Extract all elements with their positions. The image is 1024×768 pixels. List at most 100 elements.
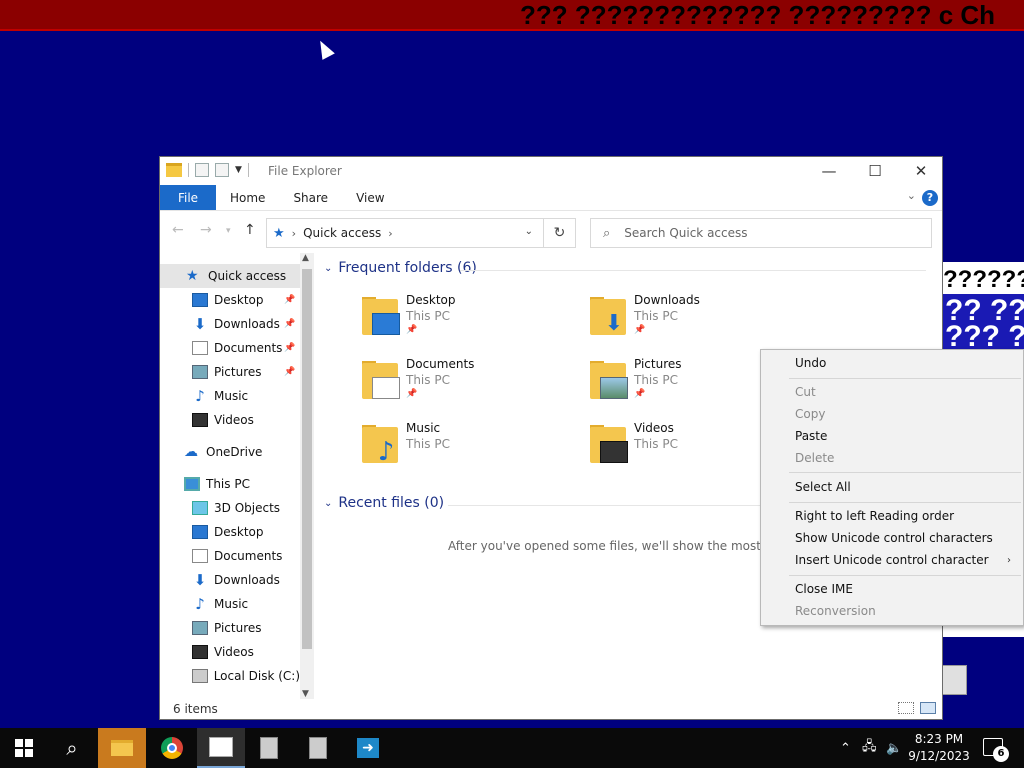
- folder-name: Desktop: [406, 293, 456, 307]
- nav-item-quick-access[interactable]: ★ Quick access: [160, 264, 300, 288]
- search-input[interactable]: [624, 226, 905, 240]
- search-box[interactable]: ⌕: [590, 218, 932, 248]
- nav-item-pc-pictures[interactable]: Pictures: [192, 616, 300, 640]
- address-bar[interactable]: ★ › Quick access › ⌄: [266, 218, 544, 248]
- chevron-down-icon[interactable]: ⌄: [324, 263, 332, 274]
- large-icons-view-icon[interactable]: [920, 702, 936, 714]
- folder-tile-videos[interactable]: Videos This PC: [588, 421, 788, 477]
- menu-item-close-ime[interactable]: Close IME: [795, 582, 853, 596]
- folder-tile-downloads[interactable]: ⬇ Downloads This PC 📌: [588, 293, 788, 349]
- clock[interactable]: 8:23 PM 9/12/2023: [905, 731, 973, 765]
- tab-file[interactable]: File: [160, 185, 216, 210]
- menu-item-show-unicode[interactable]: Show Unicode control characters: [795, 531, 993, 545]
- help-icon[interactable]: ?: [922, 190, 938, 206]
- chevron-right-icon[interactable]: ›: [388, 227, 392, 240]
- nav-item-3d-objects[interactable]: 3D Objects: [192, 496, 300, 520]
- taskbar-chrome[interactable]: [148, 728, 196, 768]
- windows-logo-icon: [15, 739, 33, 757]
- address-path[interactable]: Quick access: [303, 226, 381, 240]
- network-icon[interactable]: 🖧: [862, 728, 877, 768]
- toolbar-separator: [247, 163, 249, 177]
- pictures-icon: [192, 621, 208, 635]
- toolbar-separator: [188, 163, 189, 177]
- nav-item-pc-desktop[interactable]: Desktop: [192, 520, 300, 544]
- chevron-down-icon[interactable]: ⌄: [525, 226, 533, 237]
- taskbar-file-explorer[interactable]: [98, 728, 146, 768]
- nav-item-desktop[interactable]: Desktop 📌: [192, 288, 300, 312]
- nav-item-videos[interactable]: Videos: [192, 408, 300, 432]
- title-bar[interactable]: ▼ File Explorer — ☐ ✕: [160, 157, 942, 185]
- menu-item-undo[interactable]: Undo: [795, 356, 826, 370]
- nav-item-pc-downloads[interactable]: ⬇ Downloads: [192, 568, 300, 592]
- properties-icon[interactable]: [195, 163, 209, 177]
- background-window-text: ??????: [943, 266, 1024, 293]
- folder-icon: ♪: [360, 425, 400, 465]
- taskbar-app-1[interactable]: [245, 728, 293, 768]
- tab-home[interactable]: Home: [216, 185, 279, 210]
- refresh-button[interactable]: ↻: [544, 218, 576, 248]
- nav-item-downloads[interactable]: ⬇ Downloads 📌: [192, 312, 300, 336]
- tab-share[interactable]: Share: [279, 185, 342, 210]
- expand-ribbon-icon[interactable]: ⌄: [907, 189, 916, 202]
- clock-time: 8:23 PM: [914, 732, 964, 746]
- folder-icon: [588, 361, 628, 399]
- recent-files-header[interactable]: ⌄ Recent files (0): [324, 495, 444, 511]
- folder-tile-music[interactable]: ♪ Music This PC: [360, 421, 560, 477]
- minimize-button[interactable]: —: [806, 157, 852, 185]
- folder-icon: [360, 297, 400, 335]
- nav-item-pc-videos[interactable]: Videos: [192, 640, 300, 664]
- nav-item-music[interactable]: ♪ Music: [192, 384, 300, 408]
- taskbar-window-app[interactable]: [197, 728, 245, 768]
- up-arrow-icon[interactable]: ↑: [244, 222, 256, 238]
- start-button[interactable]: [0, 728, 48, 768]
- chevron-up-icon[interactable]: ⌃: [840, 728, 851, 768]
- nav-item-pictures[interactable]: Pictures 📌: [192, 360, 300, 384]
- nav-item-pc-documents[interactable]: Documents: [192, 544, 300, 568]
- back-arrow-icon[interactable]: ←: [172, 222, 184, 238]
- nav-item-this-pc[interactable]: This PC: [184, 472, 300, 496]
- scroll-down-icon[interactable]: ▼: [302, 689, 309, 699]
- taskbar-app-2[interactable]: [294, 728, 342, 768]
- menu-item-paste[interactable]: Paste: [795, 429, 827, 443]
- menu-item-select-all[interactable]: Select All: [795, 480, 851, 494]
- menu-item-insert-unicode[interactable]: Insert Unicode control character: [795, 553, 989, 567]
- nav-item-label: Videos: [214, 645, 254, 659]
- search-button[interactable]: ⌕: [48, 728, 96, 768]
- nav-item-pc-music[interactable]: ♪ Music: [192, 592, 300, 616]
- folder-tile-pictures[interactable]: Pictures This PC 📌: [588, 357, 788, 413]
- taskbar-app-3[interactable]: ➜: [344, 728, 392, 768]
- tab-view[interactable]: View: [342, 185, 398, 210]
- chevron-right-icon[interactable]: ›: [292, 227, 296, 240]
- recent-locations-icon[interactable]: ▾: [226, 226, 231, 236]
- frequent-folders-header[interactable]: ⌄ Frequent folders (6): [324, 260, 477, 276]
- scroll-up-icon[interactable]: ▲: [302, 253, 309, 263]
- chevron-down-icon[interactable]: ⌄: [324, 498, 332, 509]
- clock-date: 9/12/2023: [908, 749, 970, 763]
- nav-pane-scrollbar[interactable]: ▲ ▼: [300, 253, 314, 699]
- nav-item-label: Desktop: [214, 293, 264, 307]
- folder-tile-desktop[interactable]: Desktop This PC 📌: [360, 293, 560, 349]
- folder-icon: [360, 361, 400, 399]
- scrollbar-thumb[interactable]: [302, 269, 312, 649]
- menu-item-rtl-reading-order[interactable]: Right to left Reading order: [795, 509, 954, 523]
- close-button[interactable]: ✕: [898, 157, 944, 185]
- customize-toolbar-icon[interactable]: ▼: [235, 165, 242, 175]
- maximize-button[interactable]: ☐: [852, 157, 898, 185]
- file-explorer-icon: [166, 163, 182, 177]
- nav-item-onedrive[interactable]: ☁ OneDrive: [184, 440, 300, 464]
- nav-item-local-disk[interactable]: Local Disk (C:): [192, 664, 300, 688]
- forward-arrow-icon[interactable]: →: [200, 222, 212, 238]
- pin-icon: 📌: [634, 325, 646, 335]
- archive-icon: [309, 737, 327, 759]
- folder-icon: ⬇: [588, 297, 628, 335]
- pin-icon: 📌: [284, 295, 296, 305]
- cloud-icon: ☁: [184, 444, 198, 460]
- details-view-icon[interactable]: [898, 702, 914, 714]
- folder-tile-documents[interactable]: Documents This PC 📌: [360, 357, 560, 413]
- menu-item-delete: Delete: [795, 451, 835, 465]
- nav-item-documents[interactable]: Documents 📌: [192, 336, 300, 360]
- new-folder-icon[interactable]: [215, 163, 229, 177]
- volume-icon[interactable]: 🔈: [886, 728, 902, 768]
- folder-name: Videos: [634, 421, 674, 435]
- background-window-button[interactable]: [941, 665, 967, 695]
